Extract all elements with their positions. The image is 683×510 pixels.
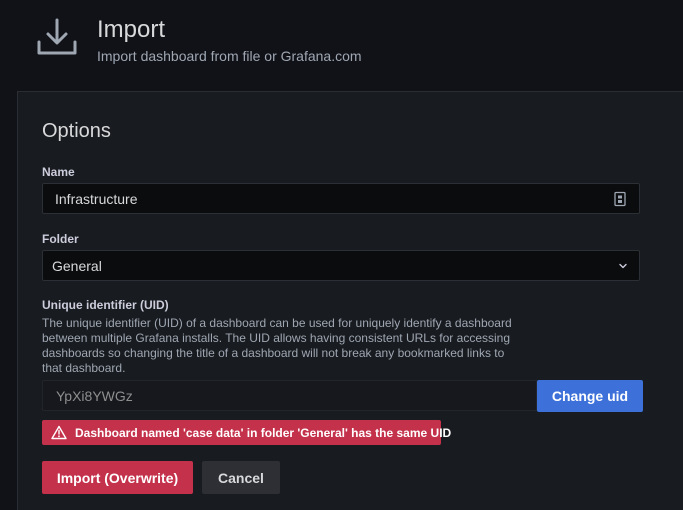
- uid-description: The unique identifier (UID) of a dashboa…: [42, 316, 512, 375]
- name-input-value: Infrastructure: [55, 191, 138, 207]
- change-uid-button[interactable]: Change uid: [537, 380, 643, 412]
- page-subtitle: Import dashboard from file or Grafana.co…: [97, 48, 362, 64]
- folder-select-value: General: [52, 258, 102, 274]
- name-label: Name: [42, 165, 75, 179]
- cancel-button[interactable]: Cancel: [202, 461, 280, 494]
- page-header: Import Import dashboard from file or Gra…: [0, 0, 683, 90]
- options-title: Options: [42, 120, 111, 142]
- warning-icon: [51, 425, 67, 440]
- uid-error-text: Dashboard named 'case data' in folder 'G…: [75, 426, 452, 440]
- import-icon: [37, 18, 77, 55]
- chevron-down-icon: [619, 263, 627, 269]
- import-overwrite-button[interactable]: Import (Overwrite): [42, 461, 193, 494]
- clipboard-icon[interactable]: [613, 191, 627, 207]
- folder-label: Folder: [42, 232, 79, 246]
- name-input[interactable]: Infrastructure: [42, 183, 640, 214]
- uid-input: YpXi8YWGz: [42, 380, 537, 411]
- uid-error-alert: Dashboard named 'case data' in folder 'G…: [42, 420, 451, 445]
- uid-label: Unique identifier (UID): [42, 298, 169, 312]
- uid-value: YpXi8YWGz: [56, 388, 133, 404]
- options-panel: Options Name Infrastructure Folder Gener…: [17, 91, 683, 510]
- page-title: Import: [97, 16, 166, 43]
- folder-select[interactable]: General: [42, 250, 640, 281]
